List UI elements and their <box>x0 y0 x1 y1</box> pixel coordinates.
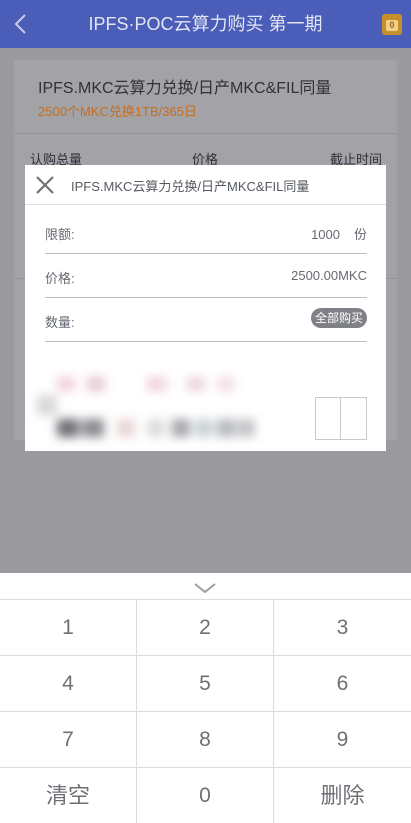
product-subtitle: 2500个MKC兑换1TB/365日 <box>38 104 197 119</box>
key-3[interactable]: 3 <box>274 600 411 656</box>
key-0[interactable]: 0 <box>137 768 274 823</box>
input-box[interactable] <box>315 397 367 440</box>
card-separator <box>14 133 397 134</box>
clear-key[interactable]: 清空 <box>0 768 137 823</box>
key-4[interactable]: 4 <box>0 656 137 712</box>
limit-unit: 份 <box>353 227 367 242</box>
dialog-title: IPFS.MKC云算力兑换/日产MKC&FIL同量 <box>71 179 310 194</box>
key-7[interactable]: 7 <box>0 712 137 768</box>
chevron-down-icon[interactable] <box>193 581 217 595</box>
limit-row: 限额: 1000 份 <box>45 210 367 254</box>
dialog-header: IPFS.MKC云算力兑换/日产MKC&FIL同量 <box>25 165 386 205</box>
buy-all-button[interactable]: 全部购买 <box>310 308 367 328</box>
limit-value-group: 1000 份 <box>311 224 367 243</box>
input-box-divider <box>340 398 341 439</box>
key-1[interactable]: 1 <box>0 600 137 656</box>
purchase-dialog: IPFS.MKC云算力兑换/日产MKC&FIL同量 限额: 1000 份 价格: … <box>25 165 386 451</box>
obscured-content <box>37 375 317 437</box>
quantity-label: 数量: <box>45 315 75 330</box>
price-value: 2500.00MKC <box>291 268 367 283</box>
key-2[interactable]: 2 <box>137 600 274 656</box>
limit-value: 1000 <box>311 227 340 242</box>
price-label: 价格: <box>45 271 75 286</box>
wallet-icon-text: 0 <box>389 20 395 30</box>
wallet-icon[interactable]: 0 <box>382 14 402 35</box>
quantity-row[interactable]: 数量: 全部购买 <box>45 298 367 342</box>
numeric-keypad: 1 2 3 4 5 6 7 8 9 清空 0 删除 <box>0 573 411 823</box>
key-8[interactable]: 8 <box>137 712 274 768</box>
key-6[interactable]: 6 <box>274 656 411 712</box>
key-9[interactable]: 9 <box>274 712 411 768</box>
limit-label: 限额: <box>45 227 75 242</box>
page-title: IPFS·POC云算力购买 第一期 <box>88 14 323 34</box>
price-row: 价格: 2500.00MKC <box>45 254 367 298</box>
product-title: IPFS.MKC云算力兑换/日产MKC&FIL同量 <box>38 80 332 97</box>
close-icon[interactable] <box>34 174 56 196</box>
top-bar: IPFS·POC云算力购买 第一期 0 <box>0 0 411 48</box>
key-5[interactable]: 5 <box>137 656 274 712</box>
keypad-grid: 1 2 3 4 5 6 7 8 9 清空 0 删除 <box>0 599 411 823</box>
back-arrow-icon[interactable] <box>10 12 32 36</box>
delete-key[interactable]: 删除 <box>274 768 411 823</box>
